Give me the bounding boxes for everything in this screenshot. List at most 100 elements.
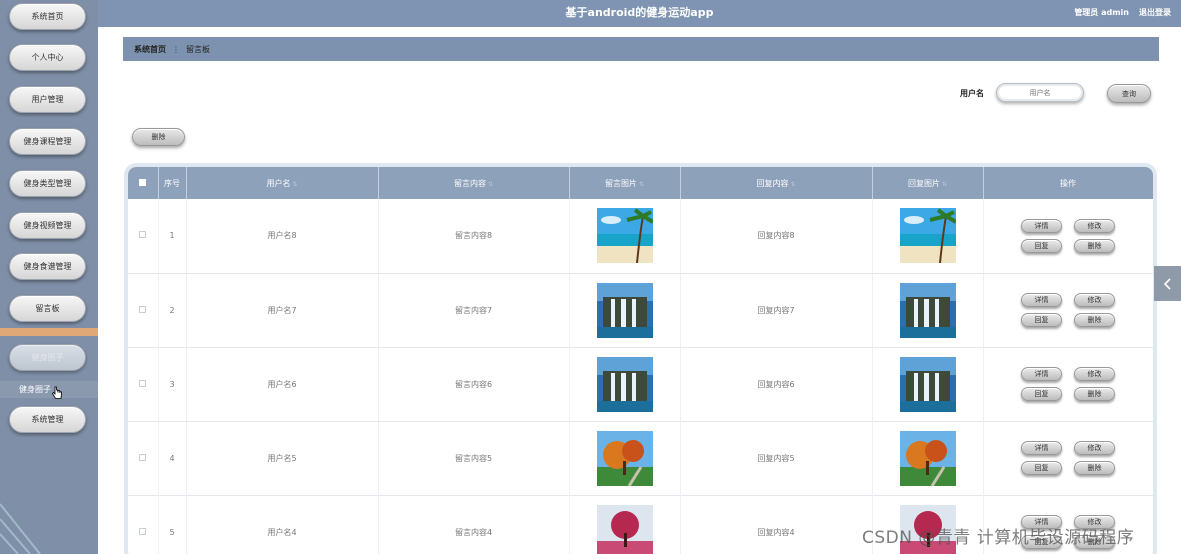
detail-button[interactable]: 详情 [1021, 367, 1062, 381]
row-reply: 回复内容6 [680, 347, 873, 421]
waterfall-icon [596, 282, 653, 338]
header-reply-image-label: 回复图片 [907, 178, 940, 188]
header-reply-image[interactable]: 回复图片 ⇅ [872, 167, 984, 199]
header-select-all[interactable] [128, 167, 159, 199]
batch-delete-button[interactable]: 删除 [132, 128, 185, 146]
row-select-cell[interactable] [128, 347, 159, 421]
row-username: 用户名6 [186, 347, 379, 421]
header-content[interactable]: 留言内容 ⇅ [378, 167, 570, 199]
reply-button[interactable]: 回复 [1021, 313, 1062, 327]
top-bar: 基于android的健身运动app 管理员 admin 退出登录 [98, 0, 1181, 27]
row-content: 留言内容7 [378, 273, 570, 347]
sidebar-item-home[interactable]: 系统首页 [9, 3, 86, 30]
header-image[interactable]: 留言图片 ⇅ [569, 167, 681, 199]
header-content-label: 留言内容 [453, 178, 486, 188]
collapse-tab[interactable] [1154, 266, 1181, 301]
delete-button[interactable]: 删除 [1074, 461, 1115, 475]
sidebar-decoration [0, 503, 41, 554]
detail-button[interactable]: 详情 [1021, 441, 1062, 455]
row-select-cell[interactable] [128, 199, 159, 273]
sort-icon[interactable]: ⇅ [488, 181, 493, 188]
logout-link[interactable]: 退出登录 [1139, 7, 1171, 18]
app-title: 基于android的健身运动app [565, 6, 714, 19]
row-actions: 详情 修改 回复 删除 [983, 421, 1153, 495]
sidebar-item-courses[interactable]: 健身课程管理 [9, 128, 86, 155]
row-message-image [569, 347, 681, 421]
row-content: 留言内容8 [378, 199, 570, 273]
sidebar-item-system[interactable]: 系统管理 [9, 406, 86, 433]
header-actions: 操作 [983, 167, 1153, 199]
delete-button[interactable]: 删除 [1074, 313, 1115, 327]
row-index: 4 [158, 421, 187, 495]
waterfall-icon [899, 356, 956, 412]
sidebar-item-recipes[interactable]: 健身食谱管理 [9, 253, 86, 280]
row-checkbox[interactable] [139, 527, 147, 535]
sidebar-item-profile[interactable]: 个人中心 [9, 44, 86, 71]
sort-icon[interactable]: ⇅ [639, 181, 644, 188]
sidebar-item-users[interactable]: 用户管理 [9, 86, 86, 113]
table-row: 1 用户名8 留言内容8 回复内容8 详情 修改 回复 删除 [128, 199, 1153, 273]
sidebar-item-videos[interactable]: 健身视频管理 [9, 212, 86, 239]
sidebar-item-messages[interactable]: 留言板 [9, 295, 86, 322]
delete-button[interactable]: 删除 [1074, 238, 1115, 253]
sort-icon[interactable]: ⇅ [292, 181, 297, 188]
row-username: 用户名5 [186, 421, 379, 495]
sort-icon[interactable]: ⇅ [790, 181, 795, 188]
waterfall-icon [899, 282, 956, 338]
row-actions: 详情 修改 回复 删除 [983, 199, 1153, 273]
row-checkbox[interactable] [139, 453, 147, 461]
row-index: 5 [158, 495, 187, 554]
row-select-cell[interactable] [128, 495, 159, 554]
row-select-cell[interactable] [128, 421, 159, 495]
beach-icon [899, 208, 956, 264]
query-button[interactable]: 查询 [1107, 84, 1151, 103]
breadcrumb-home[interactable]: 系统首页 [134, 44, 166, 55]
sidebar: 系统首页 个人中心 用户管理 健身课程管理 健身类型管理 健身视频管理 健身食谱… [0, 0, 98, 554]
waterfall-icon [596, 356, 653, 412]
row-message-image [569, 421, 681, 495]
sidebar-subitem-circle[interactable]: 健身圈子 [0, 381, 98, 398]
detail-button[interactable]: 详情 [1021, 293, 1062, 307]
watermark: CSDN @青青 计算机毕设源码程序 [862, 528, 1135, 548]
row-content: 留言内容6 [378, 347, 570, 421]
chevron-left-icon [1163, 277, 1171, 290]
edit-button[interactable]: 修改 [1074, 293, 1115, 307]
sidebar-item-types[interactable]: 健身类型管理 [9, 170, 86, 197]
header-username[interactable]: 用户名 ⇅ [186, 167, 379, 199]
table-row: 4 用户名5 留言内容5 回复内容5 详情 修改 回复 删除 [128, 421, 1153, 495]
reply-button[interactable]: 回复 [1021, 387, 1062, 401]
row-index: 2 [158, 273, 187, 347]
edit-button[interactable]: 修改 [1074, 441, 1115, 455]
header-reply[interactable]: 回复内容 ⇅ [680, 167, 873, 199]
admin-label: 管理员 admin [1074, 8, 1129, 17]
row-content: 留言内容5 [378, 421, 570, 495]
select-all-checkbox[interactable] [139, 178, 147, 186]
reply-button[interactable]: 回复 [1021, 461, 1062, 475]
sidebar-item-circle[interactable]: 健身圈子 [9, 344, 86, 371]
row-reply: 回复内容5 [680, 421, 873, 495]
row-username: 用户名8 [186, 199, 379, 273]
header-image-label: 留言图片 [604, 178, 637, 188]
row-message-image [569, 495, 681, 554]
row-reply: 回复内容7 [680, 273, 873, 347]
edit-button[interactable]: 修改 [1074, 367, 1115, 381]
sidebar-active-indicator [0, 328, 98, 336]
reply-button[interactable]: 回复 [1021, 238, 1062, 253]
breadcrumb: 系统首页 ⋮ 留言板 [123, 37, 1159, 61]
row-select-cell[interactable] [128, 273, 159, 347]
row-reply: 回复内容4 [680, 495, 873, 554]
pink-tree-icon [596, 504, 653, 554]
row-checkbox[interactable] [139, 231, 147, 239]
row-message-image [569, 199, 681, 273]
row-reply: 回复内容8 [680, 199, 873, 273]
edit-button[interactable]: 修改 [1074, 218, 1115, 233]
row-reply-image [872, 347, 984, 421]
search-input[interactable] [996, 83, 1084, 102]
row-checkbox[interactable] [139, 379, 147, 387]
beach-icon [596, 208, 653, 264]
delete-button[interactable]: 删除 [1074, 387, 1115, 401]
message-table: 序号 用户名 ⇅ 留言内容 ⇅ 留言图片 ⇅ 回复内容 ⇅ 回复图片 ⇅ 操作 1 用户名… [128, 167, 1153, 554]
sort-icon[interactable]: ⇅ [942, 181, 947, 188]
row-checkbox[interactable] [139, 305, 147, 313]
detail-button[interactable]: 详情 [1021, 218, 1062, 233]
